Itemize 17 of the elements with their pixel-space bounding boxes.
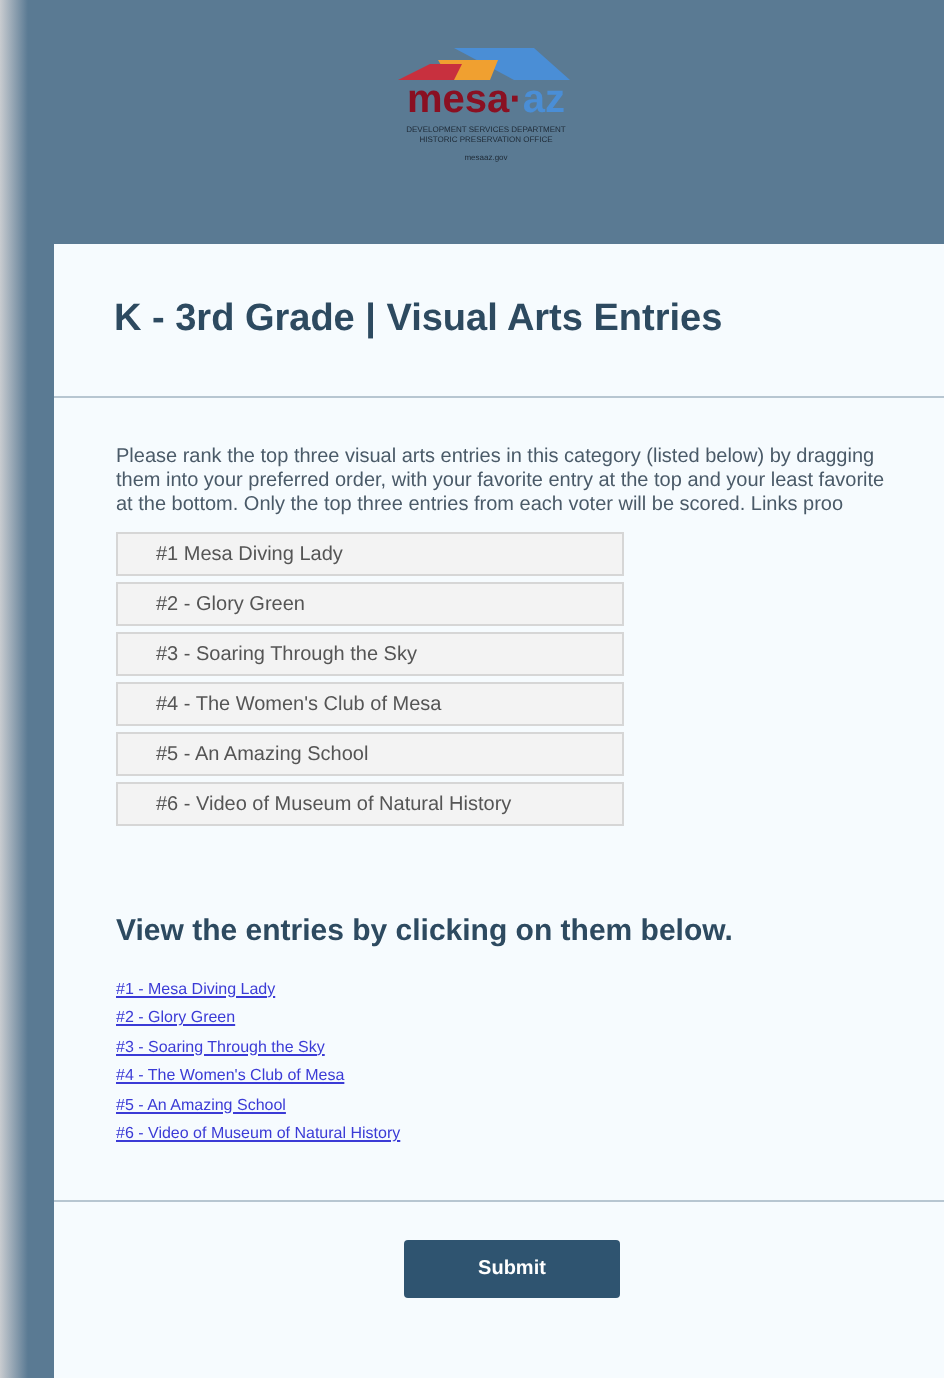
- entry-link[interactable]: #6 - Video of Museum of Natural History: [116, 1120, 401, 1149]
- entry-link[interactable]: #1 - Mesa Diving Lady: [116, 975, 276, 1004]
- instructions-text: Please rank the top three visual arts entries in this category (listed below) by dragging them into your preferred order, with your favorite entry at the top and your least favorite at the bottom. Only the top three entries from each voter will be scored. Links proo: [116, 446, 887, 518]
- draggable-entry[interactable]: #3 - Soaring Through the Sky: [116, 632, 624, 676]
- entry-link[interactable]: #3 - Soaring Through the Sky: [116, 1033, 325, 1062]
- section-heading: View the entries by clicking on them below.: [116, 912, 735, 952]
- draggable-entry[interactable]: #2 - Glory Green: [116, 582, 624, 626]
- logo-wordmark: mesa·az: [407, 80, 565, 120]
- entry-link[interactable]: #4 - The Women's Club of Mesa: [116, 1062, 345, 1091]
- draggable-entry[interactable]: #1 Mesa Diving Lady: [116, 532, 624, 576]
- submit-button[interactable]: Submit: [404, 1239, 620, 1297]
- page-title: K - 3rd Grade | Visual Arts Entries: [114, 295, 723, 344]
- entry-link[interactable]: #2 - Glory Green: [116, 1004, 236, 1033]
- entry-link[interactable]: #5 - An Amazing School: [116, 1091, 286, 1120]
- draggable-entry[interactable]: #4 - The Women's Club of Mesa: [116, 682, 624, 726]
- draggable-entry[interactable]: #6 - Video of Museum of Natural History: [116, 782, 624, 826]
- draggable-entry[interactable]: #5 - An Amazing School: [116, 732, 624, 776]
